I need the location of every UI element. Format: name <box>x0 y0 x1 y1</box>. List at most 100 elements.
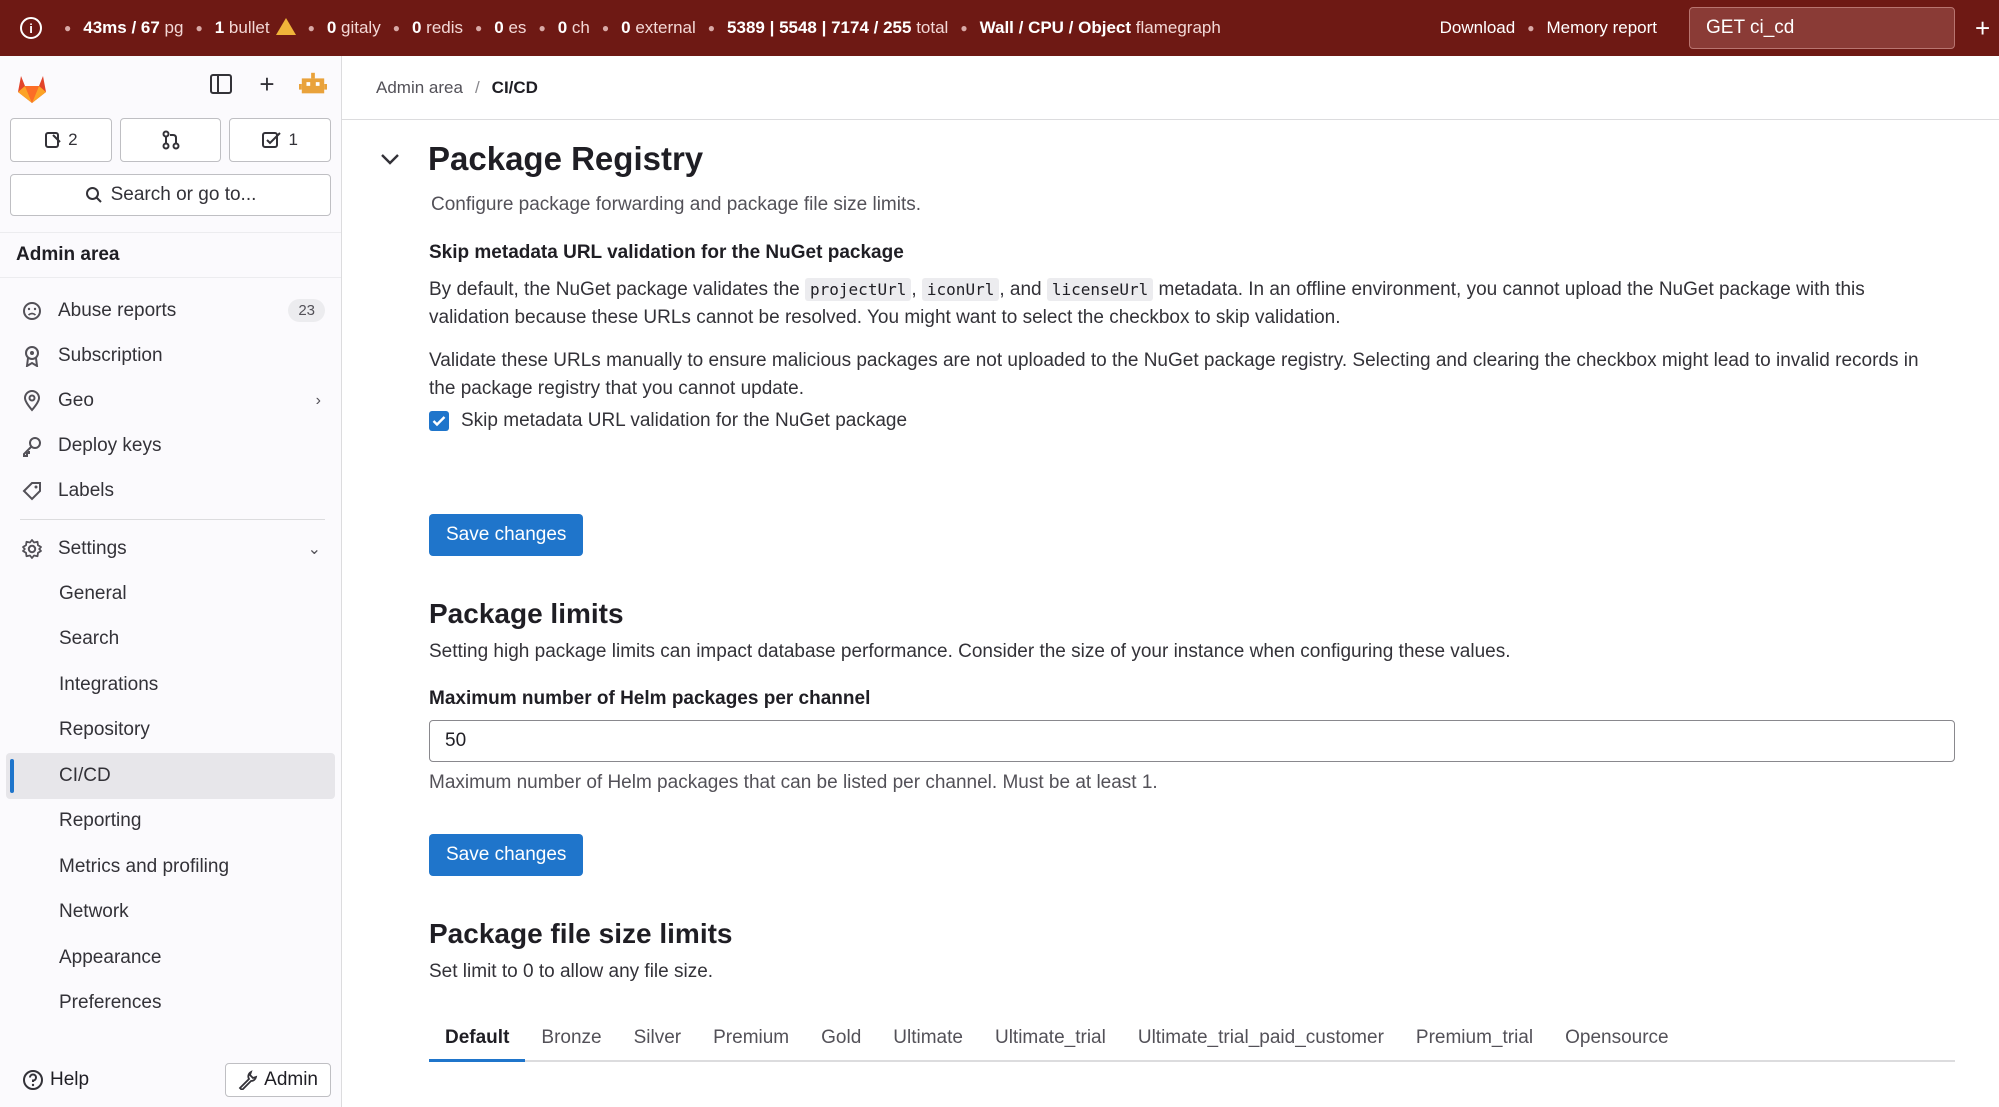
info-icon[interactable]: i <box>20 17 42 39</box>
tab-ultimate[interactable]: Ultimate <box>877 1016 979 1060</box>
nuget-warning: Validate these URLs manually to ensure m… <box>429 350 1919 399</box>
admin-button[interactable]: Admin <box>225 1063 331 1097</box>
page-title: Package Registry <box>428 140 704 177</box>
sidebar-subitem-preferences[interactable]: Preferences <box>6 981 335 1027</box>
sidebar-toggle-icon[interactable] <box>207 70 235 98</box>
metric-external[interactable]: 0 external <box>621 18 696 38</box>
abuse-reports-badge: 23 <box>288 299 325 322</box>
issues-count-button[interactable]: 2 <box>10 118 112 162</box>
collapse-chevron-icon[interactable] <box>378 147 402 171</box>
tab-premium[interactable]: Premium <box>697 1016 805 1060</box>
metric-ch[interactable]: 0 ch <box>558 18 590 38</box>
file-size-limits-title: Package file size limits <box>429 918 733 949</box>
sidebar-item-labels[interactable]: Labels <box>6 468 335 513</box>
metric-pg[interactable]: 43ms / 67 pg <box>83 18 183 38</box>
tab-opensource[interactable]: Opensource <box>1549 1016 1685 1060</box>
helm-packages-input[interactable]: 50 <box>429 720 1955 762</box>
sidebar-item-geo[interactable]: Geo › <box>6 378 335 423</box>
memory-report-link[interactable]: Memory report <box>1546 18 1657 38</box>
merge-request-icon <box>162 130 179 150</box>
tab-silver[interactable]: Silver <box>618 1016 698 1060</box>
section-description: Configure package forwarding and package… <box>431 194 922 215</box>
request-select[interactable]: GET ci_cd <box>1689 7 1955 49</box>
search-button[interactable]: Search or go to... <box>10 174 331 216</box>
section-header: Package Registry <box>378 140 703 178</box>
sidebar-footer: Help Admin <box>0 1053 341 1107</box>
new-item-plus-icon[interactable]: + <box>253 69 281 99</box>
main-content: Admin area / CI/CD Package Registry Conf… <box>342 56 1999 1107</box>
breadcrumb-admin-area[interactable]: Admin area <box>376 78 463 98</box>
settings-icon <box>20 537 44 561</box>
download-link[interactable]: Download <box>1440 18 1516 38</box>
label-icon <box>20 479 44 503</box>
plan-tabs: Default Bronze Silver Premium Gold Ultim… <box>429 1016 1955 1062</box>
tab-default[interactable]: Default <box>429 1016 526 1062</box>
sidebar-subitem-network[interactable]: Network <box>6 890 335 936</box>
help-button[interactable]: Help <box>22 1069 89 1091</box>
sidebar-subitem-reporting[interactable]: Reporting <box>6 799 335 845</box>
sidebar-item-settings[interactable]: Settings ⌄ <box>6 526 335 571</box>
chevron-down-icon: ⌄ <box>307 540 321 558</box>
code-project-url: projectUrl <box>805 278 912 301</box>
save-limits-button[interactable]: Save changes <box>429 834 584 876</box>
metric-es[interactable]: 0 es <box>494 18 526 38</box>
nav-divider <box>20 519 325 520</box>
metric-total[interactable]: 5389 | 5548 | 7174 / 255 total <box>727 18 948 38</box>
skip-nuget-validation-checkbox[interactable]: Skip metadata URL validation for the NuG… <box>429 410 1941 432</box>
breadcrumb: Admin area / CI/CD <box>342 56 1999 120</box>
gitlab-logo-icon[interactable] <box>14 70 50 104</box>
breadcrumb-current[interactable]: CI/CD <box>492 78 538 98</box>
admin-wrench-icon <box>238 1070 258 1090</box>
todo-icon <box>262 132 282 148</box>
sidebar-subitem-metrics[interactable]: Metrics and profiling <box>6 844 335 890</box>
sidebar-header: + <box>0 56 341 118</box>
sidebar-item-subscription[interactable]: Subscription <box>6 333 335 378</box>
metric-gitaly[interactable]: 0 gitaly <box>327 18 381 38</box>
sidebar-counters: 2 1 <box>0 118 341 162</box>
package-limits-description: Setting high package limits can impact d… <box>429 641 1511 662</box>
sidebar-subitem-appearance[interactable]: Appearance <box>6 935 335 981</box>
todos-count-button[interactable]: 1 <box>229 118 332 162</box>
sidebar-subitem-repository[interactable]: Repository <box>6 708 335 754</box>
tab-ultimate-trial[interactable]: Ultimate_trial <box>979 1016 1122 1060</box>
sidebar-item-abuse-reports[interactable]: Abuse reports 23 <box>6 288 335 333</box>
helm-help-text: Maximum number of Helm packages that can… <box>429 772 1158 793</box>
sidebar-subitem-general[interactable]: General <box>6 571 335 617</box>
question-icon <box>23 1070 43 1090</box>
emoji-sad-icon <box>20 299 44 323</box>
sidebar-nav: Abuse reports 23 Subscription Geo › Depl… <box>0 278 341 1026</box>
sidebar: + 2 1 Search or go to... Admin area Abus… <box>0 56 342 1107</box>
nuget-label: Skip metadata URL validation for the NuG… <box>429 242 904 263</box>
user-avatar[interactable] <box>299 70 327 98</box>
performance-bar: i ● 43ms / 67 pg ● 1 bullet ● 0 gitaly ●… <box>0 0 1999 56</box>
perfbar-right: Download ● Memory report GET ci_cd + <box>1440 0 1999 56</box>
warning-icon <box>275 18 296 35</box>
flamegraph-links[interactable]: Wall / CPU / Object flamegraph <box>980 18 1221 38</box>
code-icon-url: iconUrl <box>921 278 1000 301</box>
sidebar-subitem-ci-cd[interactable]: CI/CD <box>6 753 335 799</box>
tab-ultimate-trial-paid-customer[interactable]: Ultimate_trial_paid_customer <box>1122 1016 1400 1060</box>
metric-redis[interactable]: 0 redis <box>412 18 463 38</box>
search-icon <box>85 187 102 203</box>
package-limits-title: Package limits <box>429 598 624 629</box>
key-icon <box>20 434 44 458</box>
file-size-limits-description: Set limit to 0 to allow any file size. <box>429 961 714 982</box>
tab-gold[interactable]: Gold <box>805 1016 877 1060</box>
sidebar-subitem-integrations[interactable]: Integrations <box>6 662 335 708</box>
tab-bronze[interactable]: Bronze <box>525 1016 617 1060</box>
license-icon <box>20 344 44 368</box>
tab-premium-trial[interactable]: Premium_trial <box>1400 1016 1549 1060</box>
metric-bullet[interactable]: 1 bullet <box>215 18 296 38</box>
code-license-url: licenseUrl <box>1046 278 1154 301</box>
separator: ● <box>64 21 72 35</box>
issues-icon <box>45 132 61 148</box>
sidebar-subitem-search[interactable]: Search <box>6 617 335 663</box>
merge-requests-button[interactable] <box>119 118 222 162</box>
chevron-right-icon: › <box>315 391 321 409</box>
checkbox-checked-icon <box>429 411 449 431</box>
location-icon <box>20 389 44 413</box>
save-registry-button[interactable]: Save changes <box>429 514 584 556</box>
helm-label: Maximum number of Helm packages per chan… <box>429 688 871 709</box>
plus-icon[interactable]: + <box>1975 13 1999 44</box>
sidebar-item-deploy-keys[interactable]: Deploy keys <box>6 423 335 468</box>
